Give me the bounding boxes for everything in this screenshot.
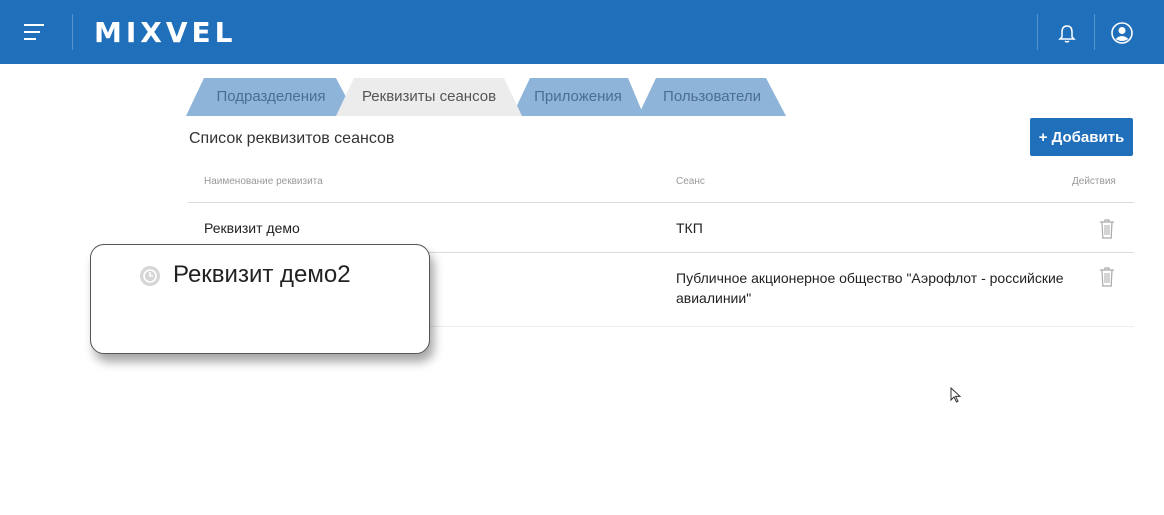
tab-session-requisites[interactable]: Реквизиты сеансов (336, 78, 522, 116)
column-header-name: Наименование реквизита (204, 176, 323, 187)
session-name: Публичное акционерное общество "Аэрофлот… (676, 268, 1064, 308)
history-icon (140, 266, 160, 286)
tooltip: Реквизит демо2 (90, 244, 430, 354)
user-avatar-icon[interactable] (1111, 22, 1133, 44)
divider (1037, 14, 1038, 50)
tab-applications[interactable]: Приложения (512, 78, 644, 116)
session-name-line: Публичное акционерное общество "Аэрофлот… (676, 270, 1064, 286)
logo: MIXVEL (94, 16, 237, 49)
divider (430, 326, 1134, 327)
tab-label: Пользователи (663, 88, 761, 105)
requisite-name: Реквизит демо (204, 220, 300, 236)
session-name: ТКП (676, 220, 703, 236)
tab-users[interactable]: Пользователи (638, 78, 786, 116)
add-button[interactable]: + Добавить (1030, 118, 1133, 156)
column-header-actions: Действия (1072, 176, 1116, 187)
page-title: Список реквизитов сеансов (189, 130, 395, 147)
tooltip-text: Реквизит демо2 (173, 261, 351, 288)
top-bar: MIXVEL (0, 0, 1164, 64)
tab-label: Реквизиты сеансов (361, 88, 497, 105)
session-name-line: авиалинии" (676, 290, 752, 306)
tab-label: Приложения (534, 88, 622, 105)
bell-icon[interactable] (1058, 24, 1076, 44)
mouse-cursor-icon (950, 387, 962, 403)
column-header-session: Сеанс (676, 176, 705, 187)
trash-icon[interactable] (1099, 219, 1115, 239)
trash-icon[interactable] (1099, 267, 1115, 287)
divider (188, 202, 1134, 203)
tab-bar: Подразделения Приложения Пользователи Ре… (186, 78, 806, 116)
divider (1094, 14, 1095, 50)
tab-divisions[interactable]: Подразделения (186, 78, 356, 116)
divider (72, 14, 73, 50)
tab-label: Подразделения (216, 88, 326, 105)
hamburger-icon[interactable] (24, 24, 44, 42)
